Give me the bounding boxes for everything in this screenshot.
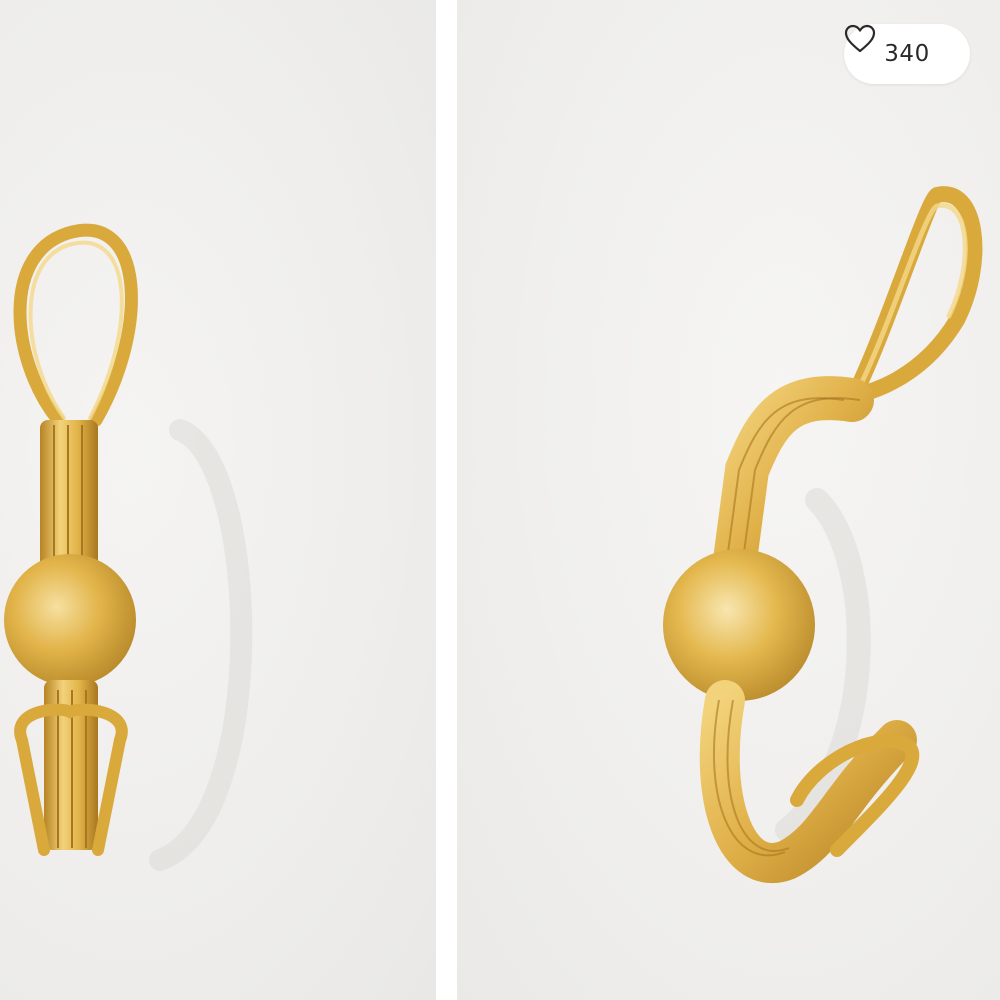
- like-button[interactable]: 340: [844, 24, 970, 84]
- like-count: 340: [884, 41, 930, 67]
- heart-outline-icon: [844, 24, 876, 53]
- hook-top-loop: [13, 223, 138, 427]
- hook-brass-ball: [663, 549, 815, 701]
- product-image-side[interactable]: 340: [457, 0, 1000, 1000]
- hook-shadow: [149, 419, 253, 871]
- hook-brass-ball: [4, 554, 136, 686]
- product-image-front[interactable]: [0, 0, 436, 1000]
- gold-hook-front-illustration: [4, 223, 253, 871]
- gold-hook-side-illustration: [663, 186, 983, 883]
- product-image-gallery: 340: [0, 0, 1000, 1000]
